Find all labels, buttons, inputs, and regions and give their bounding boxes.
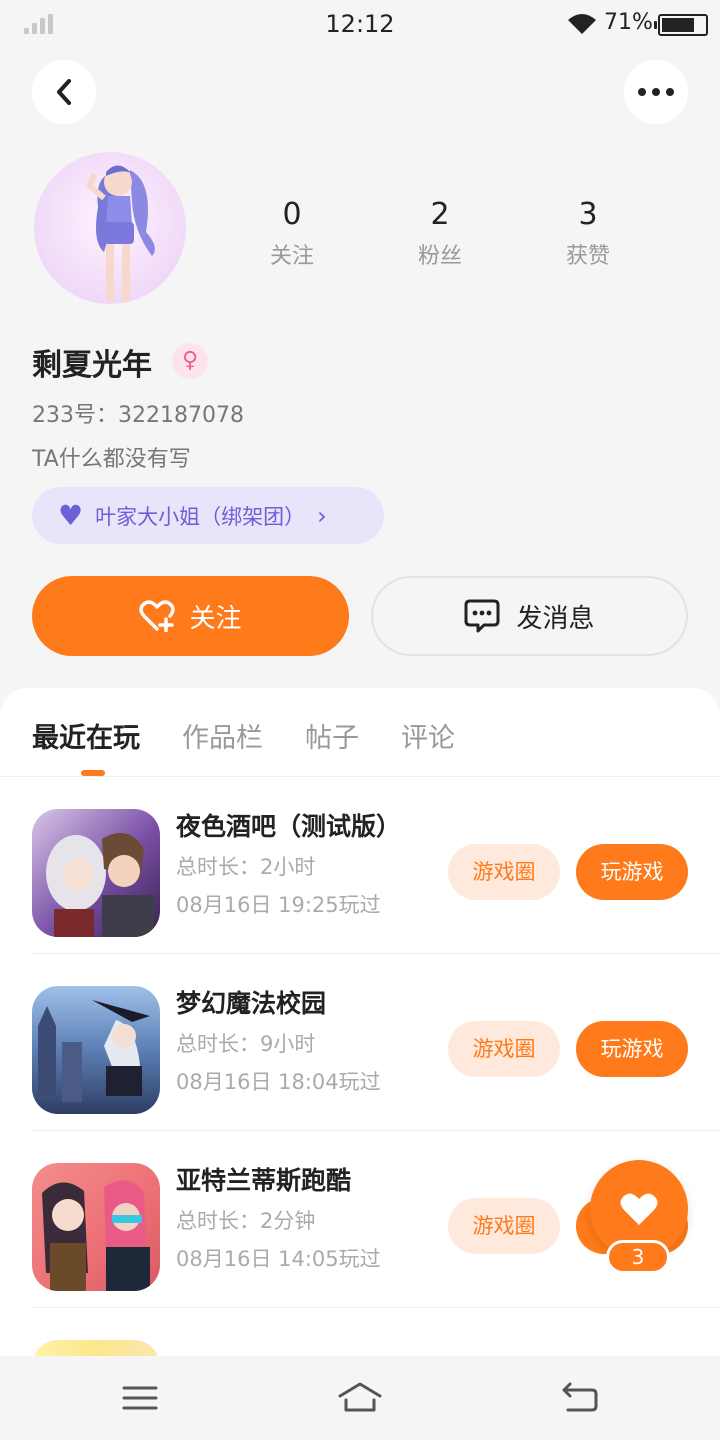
stat-following[interactable]: 0 关注 <box>218 196 366 270</box>
game-circle-button[interactable]: 游戏圈 <box>448 844 560 900</box>
content-panel: 最近在玩 作品栏 帖子 评论 夜色酒吧（测试版） 总时长：2小时 08月16日 … <box>0 688 720 1388</box>
heart-icon <box>620 1193 658 1225</box>
game-name: 亚特兰蒂斯跑酷 <box>176 1166 352 1195</box>
tab-works[interactable]: 作品栏 <box>182 716 263 755</box>
game-last-played: 08月16日 14:05玩过 <box>176 1247 381 1271</box>
chevron-left-icon <box>57 79 71 105</box>
guild-name: 叶家大小姐（绑架团） <box>95 504 306 529</box>
stat-label: 粉丝 <box>417 244 462 269</box>
tab-posts[interactable]: 帖子 <box>305 716 359 755</box>
game-duration: 总时长：9小时 <box>176 1032 316 1056</box>
wifi-icon <box>568 14 596 34</box>
home-icon[interactable] <box>336 1380 384 1416</box>
username: 剩夏光年 <box>32 348 152 383</box>
play-game-button[interactable]: 玩游戏 <box>576 844 688 900</box>
female-icon: ♀ <box>172 343 208 379</box>
game-duration: 总时长：2分钟 <box>176 1209 316 1233</box>
battery-icon <box>654 14 708 36</box>
status-bar: 12:12 71% <box>0 0 720 50</box>
game-last-played: 08月16日 19:25玩过 <box>176 893 381 917</box>
game-art <box>42 1180 150 1291</box>
play-game-button[interactable]: 玩游戏 <box>576 1021 688 1077</box>
more-options-button[interactable] <box>624 60 688 124</box>
stat-likes[interactable]: 3 获赞 <box>514 196 662 270</box>
follow-button[interactable]: 关注 <box>32 576 349 656</box>
guild-badge[interactable]: ♥ 叶家大小姐（绑架团） › <box>32 487 384 544</box>
follow-label: 关注 <box>189 603 242 634</box>
stat-followers[interactable]: 2 粉丝 <box>366 196 514 270</box>
stat-label: 关注 <box>269 244 314 269</box>
stat-value: 2 <box>430 197 450 232</box>
message-label: 发消息 <box>516 603 595 634</box>
game-last-played: 08月16日 18:04玩过 <box>176 1070 381 1094</box>
avatar-illustration <box>86 165 155 302</box>
game-icon[interactable] <box>32 809 160 937</box>
profile-stats: 0 关注 2 粉丝 3 获赞 <box>218 196 662 270</box>
game-row[interactable]: 梦幻魔法校园 总时长：9小时 08月16日 18:04玩过 游戏圈 玩游戏 <box>32 954 720 1131</box>
back-nav-icon[interactable] <box>560 1380 600 1416</box>
battery-percent: 71% <box>604 10 653 35</box>
game-icon[interactable] <box>32 1163 160 1291</box>
tab-recent-played[interactable]: 最近在玩 <box>32 716 140 755</box>
game-icon[interactable] <box>32 986 160 1114</box>
heart-plus-icon <box>139 600 176 632</box>
game-circle-button[interactable]: 游戏圈 <box>448 1198 560 1254</box>
game-name: 梦幻魔法校园 <box>176 989 327 1018</box>
chat-bubble-icon <box>464 599 500 633</box>
user-id: 233号：322187078 <box>32 403 244 428</box>
profile-tabs: 最近在玩 作品栏 帖子 评论 <box>32 716 455 755</box>
avatar[interactable] <box>34 152 186 304</box>
user-bio: TA什么都没有写 <box>32 447 191 472</box>
game-circle-button[interactable]: 游戏圈 <box>448 1021 560 1077</box>
more-dots-icon <box>638 88 674 96</box>
stat-value: 3 <box>578 197 598 232</box>
like-count-badge: 3 <box>606 1240 670 1274</box>
stat-value: 0 <box>282 197 302 232</box>
row-divider <box>32 1307 720 1308</box>
back-button[interactable] <box>32 60 96 124</box>
stat-label: 获赞 <box>565 244 610 269</box>
chevron-right-icon: › <box>317 501 327 530</box>
game-art <box>46 832 154 937</box>
menu-icon[interactable] <box>120 1380 160 1416</box>
game-duration: 总时长：2小时 <box>176 855 316 879</box>
system-nav-bar <box>0 1356 720 1440</box>
tab-comments[interactable]: 评论 <box>401 716 455 755</box>
heart-icon: ♥ <box>58 499 84 532</box>
send-message-button[interactable]: 发消息 <box>371 576 688 656</box>
game-art <box>38 1000 150 1102</box>
game-row[interactable]: 夜色酒吧（测试版） 总时长：2小时 08月16日 19:25玩过 游戏圈 玩游戏 <box>32 777 720 954</box>
game-name: 夜色酒吧（测试版） <box>176 812 402 841</box>
